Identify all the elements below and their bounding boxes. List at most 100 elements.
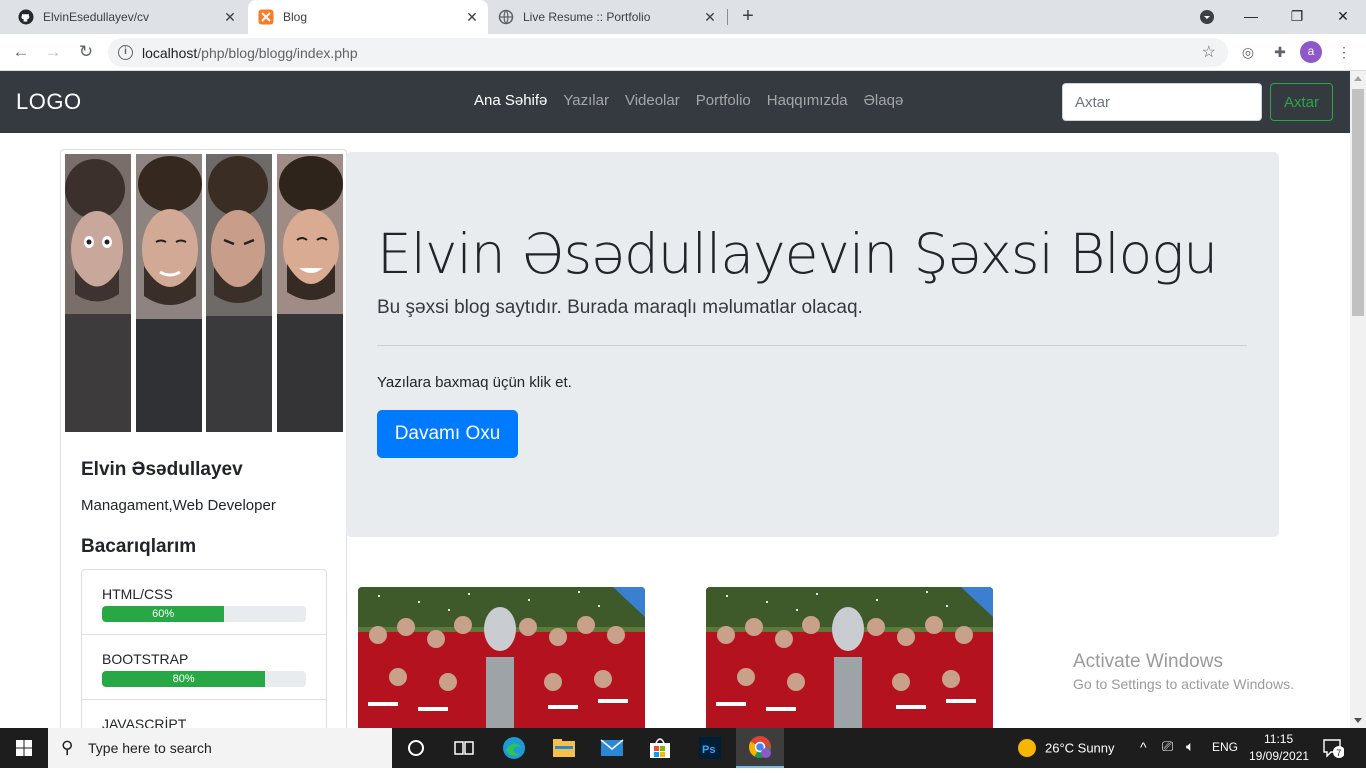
tab-search-button[interactable] [1184, 0, 1230, 34]
windows-logo-icon [16, 740, 32, 756]
address-bar[interactable]: i localhost/php/blog/blogg/index.php ☆ [108, 38, 1228, 67]
back-arrow-icon[interactable]: ← [9, 40, 33, 64]
reload-icon[interactable]: ↻ [74, 40, 98, 64]
file-explorer-icon[interactable] [540, 728, 588, 768]
search-button[interactable]: Axtar [1270, 83, 1333, 121]
skill-progress-bar: 60% [102, 606, 225, 622]
url-text: localhost/php/blog/blogg/index.php [142, 45, 358, 61]
page-scrollbar[interactable] [1350, 71, 1366, 728]
chevron-up-icon[interactable]: ^ [1140, 739, 1147, 755]
taskbar-search-box[interactable]: ⚲ Type here to search [48, 728, 392, 768]
profile-card: Elvin Əsədullayev Managament,Web Develop… [60, 149, 347, 749]
profile-photo-frame [135, 154, 202, 432]
profile-role: Managament,Web Developer [81, 497, 276, 514]
tab-title: ElvinEsedullayev/cv [43, 10, 150, 24]
post-image[interactable] [706, 587, 993, 728]
clock-date[interactable]: 19/09/2021 [1249, 749, 1309, 763]
xampp-icon [258, 9, 274, 25]
search-icon: ⚲ [61, 738, 74, 757]
svg-text:Ps: Ps [702, 744, 715, 756]
scroll-down-arrow-icon[interactable] [1354, 718, 1362, 723]
profile-photo-frame [65, 154, 131, 432]
weather-widget[interactable]: 26°C Sunny [1018, 739, 1115, 757]
nav-link-portfolio[interactable]: Portfolio [696, 92, 751, 109]
nav-link-about[interactable]: Haqqımızda [767, 92, 848, 109]
skills-heading: Bacarıqlarım [81, 536, 197, 557]
close-tab-icon[interactable]: ✕ [702, 9, 718, 25]
notification-count: 7 [1336, 748, 1341, 758]
tab-github[interactable]: ElvinEsedullayev/cv ✕ [8, 0, 246, 34]
site-info-icon[interactable]: i [118, 45, 133, 60]
skill-item: BOOTSTRAP 80% [82, 635, 326, 700]
tab-title: Blog [283, 10, 308, 24]
mail-icon[interactable] [588, 728, 636, 768]
puzzle-icon[interactable]: ✚ [1270, 42, 1290, 62]
windows-start-button[interactable] [0, 728, 48, 768]
weather-text: 26°C Sunny [1045, 740, 1115, 756]
skill-name: BOOTSTRAP [102, 651, 189, 667]
photoshop-icon[interactable]: Ps [686, 728, 734, 768]
bookmark-star-icon[interactable]: ☆ [1202, 42, 1216, 62]
profile-photo-frame [276, 154, 343, 432]
activate-windows-watermark: Activate Windows Go to Settings to activ… [1073, 651, 1294, 692]
edge-icon[interactable] [490, 728, 538, 768]
close-window-button[interactable]: ✕ [1320, 0, 1366, 34]
tab-title: Live Resume :: Portfolio [523, 10, 651, 24]
nav-links: Ana Səhifə Yazılar Videolar Portfolio Ha… [474, 92, 919, 109]
search-input[interactable] [1062, 83, 1262, 121]
tab-separator [727, 9, 728, 25]
post-image[interactable] [358, 587, 645, 728]
nav-link-posts[interactable]: Yazılar [563, 92, 609, 109]
extension-icon[interactable]: ◎ [1238, 42, 1258, 62]
windows-taskbar: ⚲ Type here to search Ps 26°C Sunny ^ ⎚ … [0, 728, 1366, 768]
watermark-title: Activate Windows [1073, 651, 1223, 672]
scroll-up-arrow-icon[interactable] [1354, 76, 1362, 81]
skill-progress: 80% [102, 671, 306, 687]
skill-progress-bar: 80% [102, 671, 266, 687]
restore-button[interactable]: ❐ [1274, 0, 1320, 34]
profile-avatar[interactable]: a [1300, 41, 1322, 63]
site-navbar: LOGO Ana Səhifə Yazılar Videolar Portfol… [0, 71, 1350, 133]
browser-toolbar: ← → ↻ i localhost/php/blog/blogg/index.p… [0, 34, 1366, 71]
kebab-menu-icon[interactable]: ⋮ [1334, 42, 1354, 62]
close-tab-icon[interactable]: ✕ [222, 9, 238, 25]
nav-link-videos[interactable]: Videolar [625, 92, 680, 109]
skills-list: HTML/CSS 60% BOOTSTRAP 80% JAVASCRİPT [81, 569, 327, 748]
hero-title: Elvin Əsədullayevin Şəxsi Blogu [377, 222, 1218, 286]
hero-text: Yazılara baxmaq üçün klik et. [377, 374, 572, 391]
hero-jumbotron: Elvin Əsədullayevin Şəxsi Blogu Bu şəxsi… [346, 152, 1279, 537]
forward-arrow-icon[interactable]: → [41, 40, 65, 64]
sun-icon [1018, 739, 1036, 757]
language-indicator[interactable]: ENG [1212, 740, 1238, 754]
nav-link-home[interactable]: Ana Səhifə [474, 92, 547, 109]
taskbar-search-placeholder: Type here to search [88, 740, 212, 756]
close-tab-icon[interactable]: ✕ [464, 9, 480, 25]
site-logo[interactable]: LOGO [16, 89, 82, 115]
cortana-icon[interactable] [392, 728, 440, 768]
tab-blog[interactable]: Blog ✕ [248, 0, 488, 34]
minimize-button[interactable]: — [1228, 0, 1274, 34]
nav-link-contact[interactable]: Əlaqə [864, 92, 904, 109]
tab-portfolio[interactable]: Live Resume :: Portfolio ✕ [488, 0, 726, 34]
store-icon[interactable] [636, 728, 684, 768]
watermark-subtitle: Go to Settings to activate Windows. [1073, 676, 1294, 692]
chrome-icon[interactable] [736, 728, 784, 768]
new-tab-button[interactable]: + [737, 5, 759, 27]
hero-lead: Bu şəxsi blog saytıdır. Burada maraqlı m… [377, 297, 863, 318]
chevron-down-icon [1200, 10, 1214, 24]
task-view-icon[interactable] [440, 728, 488, 768]
github-icon [18, 9, 34, 25]
hero-divider [377, 345, 1247, 346]
profile-photo-frame [206, 154, 273, 432]
volume-icon[interactable]: 🔈︎ [1186, 738, 1194, 755]
notifications-icon[interactable]: 7 [1322, 738, 1345, 761]
scrollbar-thumb[interactable] [1352, 89, 1364, 316]
skill-progress: 60% [102, 606, 306, 622]
profile-photo [65, 154, 343, 432]
browser-tab-strip: ElvinEsedullayev/cv ✕ Blog ✕ Live Resume… [0, 0, 1366, 34]
network-icon[interactable]: ⎚ [1162, 738, 1173, 755]
read-more-button[interactable]: Davamı Oxu [377, 410, 518, 458]
skill-name: HTML/CSS [102, 586, 173, 602]
clock-time[interactable]: 11:15 [1264, 732, 1293, 746]
profile-name: Elvin Əsədullayev [81, 459, 243, 480]
